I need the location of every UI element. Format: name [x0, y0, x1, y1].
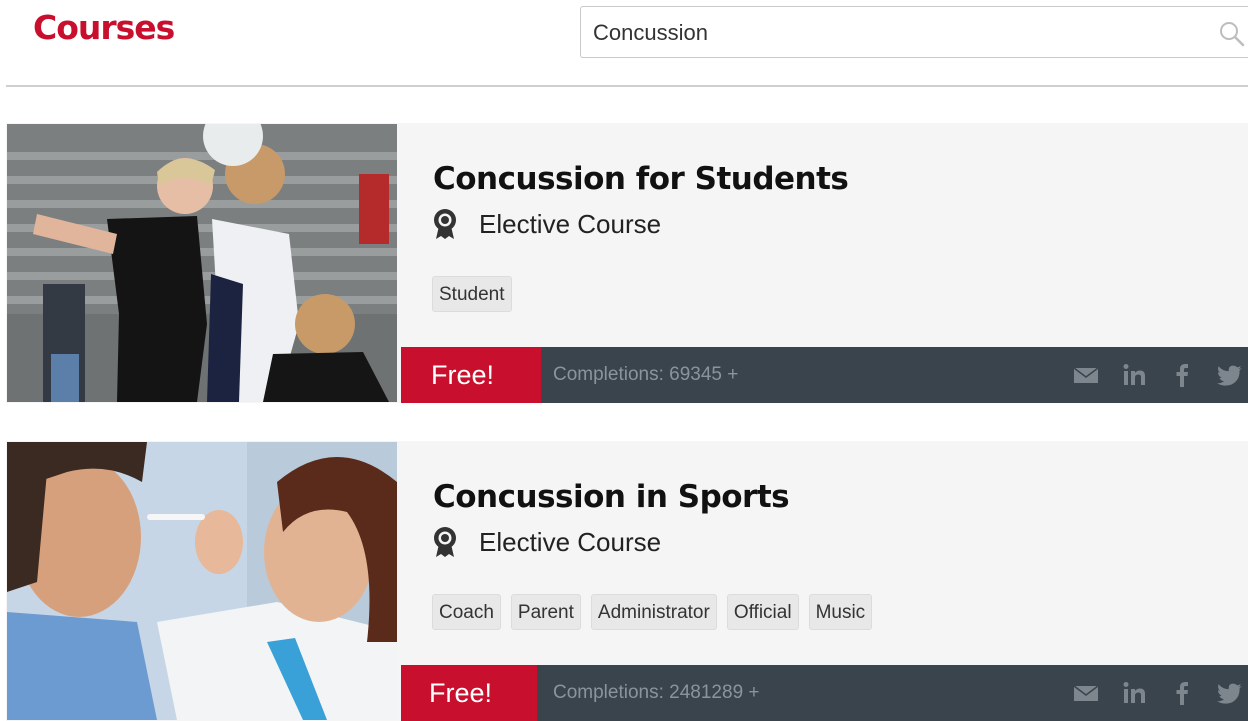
- course-thumbnail[interactable]: [7, 124, 397, 402]
- price-badge[interactable]: Free!: [401, 665, 537, 721]
- completions-count: Completions: 69345 +: [553, 364, 739, 385]
- award-ribbon-icon: [434, 527, 456, 557]
- search-box[interactable]: [580, 6, 1248, 58]
- course-card[interactable]: Concussion for Students Elective Course …: [6, 123, 1248, 403]
- twitter-icon[interactable]: [1216, 679, 1244, 707]
- linkedin-icon[interactable]: [1120, 679, 1148, 707]
- search-icon[interactable]: [1218, 20, 1246, 48]
- course-type-label: Elective Course: [479, 526, 662, 557]
- audience-tag[interactable]: Parent: [510, 594, 581, 630]
- course-title[interactable]: Concussion in Sports: [433, 479, 790, 515]
- girls-soccer-photo: [7, 124, 397, 402]
- audience-tag[interactable]: Official: [726, 594, 799, 630]
- audience-tag[interactable]: Student: [432, 276, 512, 312]
- price-badge[interactable]: Free!: [401, 347, 541, 403]
- email-icon[interactable]: [1072, 361, 1100, 389]
- course-card[interactable]: Concussion in Sports Elective Course Coa…: [6, 441, 1248, 721]
- search-input[interactable]: [593, 15, 1183, 51]
- email-icon[interactable]: [1072, 679, 1100, 707]
- course-thumbnail[interactable]: [7, 442, 397, 720]
- share-icons: [1052, 347, 1244, 403]
- facebook-icon[interactable]: [1168, 361, 1196, 389]
- award-ribbon-icon: [434, 209, 456, 239]
- completions-count: Completions: 2481289 +: [553, 682, 760, 703]
- linkedin-icon[interactable]: [1120, 361, 1148, 389]
- course-type: Elective Course: [433, 525, 661, 559]
- course-type: Elective Course: [433, 207, 661, 241]
- audience-tag[interactable]: Coach: [432, 594, 501, 630]
- doctor-patient-photo: [7, 442, 397, 720]
- tag-list: Coach Parent Administrator Official Musi…: [432, 594, 873, 630]
- audience-tag[interactable]: Music: [808, 594, 873, 630]
- course-footer-bar: Free! Completions: 69345 +: [401, 347, 1248, 403]
- course-title[interactable]: Concussion for Students: [433, 161, 849, 197]
- tag-list: Student: [432, 276, 512, 312]
- header-divider: [6, 85, 1248, 87]
- page-title: Courses: [33, 8, 175, 47]
- share-icons: [1052, 665, 1244, 721]
- course-type-label: Elective Course: [479, 208, 662, 239]
- facebook-icon[interactable]: [1168, 679, 1196, 707]
- audience-tag[interactable]: Administrator: [590, 594, 717, 630]
- course-footer-bar: Free! Completions: 2481289 +: [401, 665, 1248, 721]
- twitter-icon[interactable]: [1216, 361, 1244, 389]
